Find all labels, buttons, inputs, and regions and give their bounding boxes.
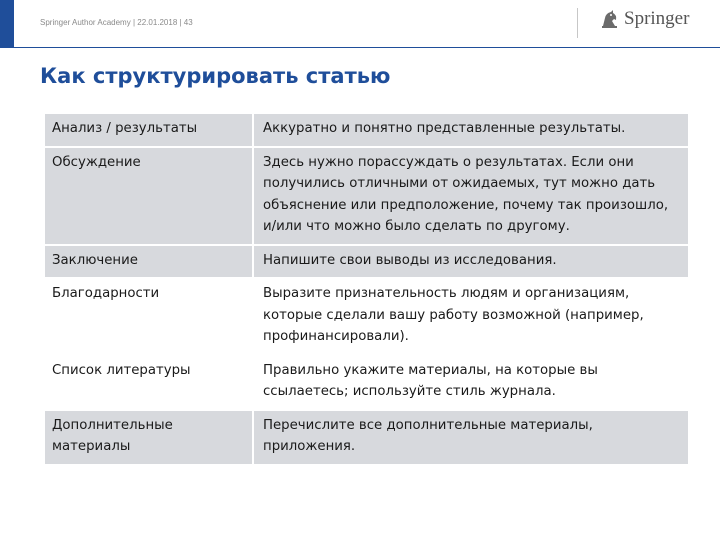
section-name-cell: Список литературы xyxy=(43,353,254,411)
header-divider xyxy=(577,8,578,38)
table-row: Обсуждение Здесь нужно порассуждать о ре… xyxy=(43,145,690,246)
table-row: Анализ / результаты Аккуратно и понятно … xyxy=(43,112,690,148)
section-name-cell: Благодарности xyxy=(43,277,254,356)
table-row: Список литературы Правильно укажите мате… xyxy=(43,353,690,411)
section-description-cell: Перечислите все дополнительные материалы… xyxy=(252,408,690,466)
section-name-cell: Заключение xyxy=(43,243,254,279)
section-name-cell: Дополнительные материалы xyxy=(43,408,254,466)
section-description-cell: Выразите признательность людям и организ… xyxy=(252,277,690,356)
article-structure-table: Анализ / результаты Аккуратно и понятно … xyxy=(43,112,690,466)
header-meta-text: Springer Author Academy | 22.01.2018 | 4… xyxy=(40,18,193,27)
section-name-cell: Обсуждение xyxy=(43,145,254,246)
springer-knight-icon xyxy=(602,10,617,28)
table-row: Заключение Напишите свои выводы из иссле… xyxy=(43,243,690,279)
page-title: Как структурировать статью xyxy=(40,64,391,88)
springer-logo: Springer xyxy=(600,8,689,30)
header-rule xyxy=(14,47,720,48)
springer-logo-text: Springer xyxy=(624,8,690,29)
section-description-cell: Здесь нужно порассуждать о результатах. … xyxy=(252,145,690,246)
brand-side-bar xyxy=(0,0,14,48)
section-description-cell: Аккуратно и понятно представленные резул… xyxy=(252,112,690,148)
table-row: Дополнительные материалы Перечислите все… xyxy=(43,408,690,466)
section-name-cell: Анализ / результаты xyxy=(43,112,254,148)
section-description-cell: Правильно укажите материалы, на которые … xyxy=(252,353,690,411)
table-row: Благодарности Выразите признательность л… xyxy=(43,277,690,356)
section-description-cell: Напишите свои выводы из исследования. xyxy=(252,243,690,279)
